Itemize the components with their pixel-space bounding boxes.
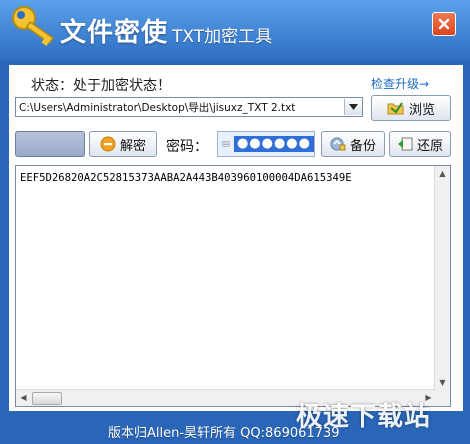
scroll-up-icon[interactable]: ▲ [435, 166, 450, 181]
encrypt-button[interactable] [15, 131, 85, 157]
restore-button[interactable]: 还原 [389, 131, 451, 157]
key-icon [12, 6, 54, 46]
content-textarea[interactable]: EEF5D26820A2C52815373AABA2A443B403960100… [15, 165, 451, 407]
keyboard-icon [222, 141, 230, 147]
backup-label: 备份 [349, 138, 376, 154]
folder-icon [387, 102, 404, 115]
restore-label: 还原 [416, 138, 443, 154]
backup-button[interactable]: 备份 [321, 131, 385, 157]
close-button[interactable] [432, 12, 456, 36]
main-panel: 状态：处于加密状态！ 检查升级→ C:\Users\Administrator\… [8, 64, 464, 412]
browse-label: 浏览 [408, 102, 435, 118]
password-value: ●●●●●● [233, 136, 314, 152]
decrypt-icon [100, 136, 116, 152]
app-subtitle: TXT加密工具 [172, 27, 273, 47]
password-field[interactable]: ●●●●●● [217, 131, 315, 157]
content-text: EEF5D26820A2C52815373AABA2A443B403960100… [20, 172, 352, 184]
horizontal-scroll-thumb[interactable] [32, 392, 62, 405]
file-path-value: C:\Users\Administrator\Desktop\导出\jisuxz… [19, 101, 296, 114]
decrypt-button[interactable]: 解密 [89, 131, 157, 157]
password-label: 密码： [166, 139, 208, 155]
check-update-link[interactable]: 检查升级→ [371, 75, 429, 92]
copyright-text: 版本归Allen-昊轩所有 QQ:869061739 [108, 426, 340, 441]
scroll-left-icon[interactable]: ◀ [16, 390, 31, 405]
vertical-scrollbar[interactable]: ▲ ▼ [434, 166, 450, 390]
scroll-corner [435, 390, 450, 406]
decrypt-label: 解密 [119, 138, 146, 154]
backup-icon [330, 137, 346, 151]
title-bar[interactable]: 文件密使 TXT加密工具 [0, 0, 470, 60]
browse-button[interactable]: 浏览 [371, 95, 451, 121]
restore-icon [397, 137, 413, 151]
close-icon [438, 18, 450, 30]
app-title: 文件密使 [60, 18, 169, 48]
status-label: 状态：处于加密状态！ [31, 78, 171, 94]
app-window: 文件密使 TXT加密工具 状态：处于加密状态！ 检查升级→ C:\Users\A… [0, 0, 470, 444]
scroll-down-icon[interactable]: ▼ [435, 375, 450, 390]
chevron-down-icon[interactable] [344, 99, 362, 115]
file-path-select[interactable]: C:\Users\Administrator\Desktop\导出\jisuxz… [15, 97, 363, 117]
